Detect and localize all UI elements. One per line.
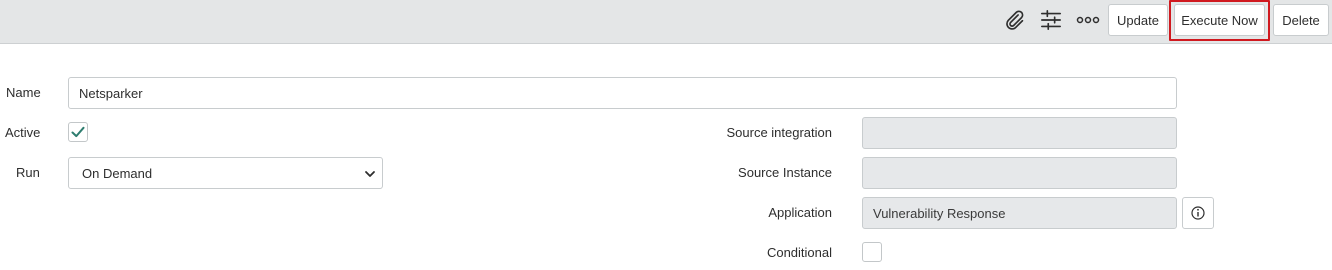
info-icon — [1191, 206, 1205, 220]
run-select-value: On Demand — [82, 165, 153, 181]
update-button[interactable]: Update — [1108, 4, 1168, 36]
run-label: Run — [16, 165, 40, 180]
name-field[interactable]: Netsparker — [68, 77, 1177, 109]
application-field: Vulnerability Response — [862, 197, 1177, 229]
paperclip-icon[interactable] — [1001, 8, 1027, 32]
conditional-label: Conditional — [766, 245, 832, 260]
run-select[interactable]: On Demand — [68, 157, 383, 189]
application-label: Application — [768, 205, 832, 220]
source-integration-label: Source integration — [726, 125, 832, 140]
delete-button[interactable]: Delete — [1273, 4, 1329, 36]
name-label: Name — [6, 85, 41, 100]
execute-now-highlight — [1169, 0, 1270, 41]
form-header-toolbar: Update Execute Now Delete — [0, 0, 1332, 44]
source-instance-field — [862, 157, 1177, 189]
active-checkbox[interactable] — [68, 122, 88, 142]
checkmark-icon — [71, 126, 85, 138]
conditional-checkbox[interactable] — [862, 242, 882, 262]
active-label: Active — [5, 125, 41, 140]
source-instance-label: Source Instance — [738, 165, 832, 180]
source-integration-field — [862, 117, 1177, 149]
chevron-down-icon — [365, 171, 375, 177]
application-info-button[interactable] — [1182, 197, 1214, 229]
sliders-icon[interactable] — [1038, 8, 1064, 32]
more-icon[interactable] — [1075, 8, 1101, 32]
